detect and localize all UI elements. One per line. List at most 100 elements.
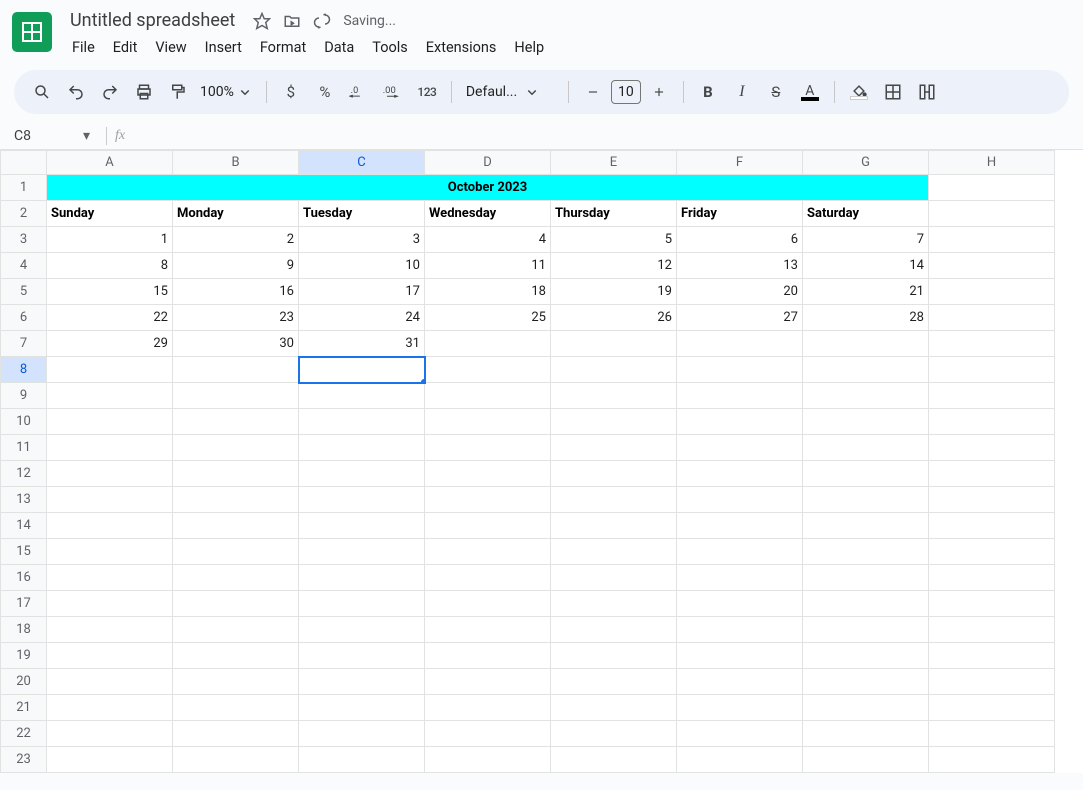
column-header-G[interactable]: G (803, 151, 929, 175)
sheets-logo-icon[interactable] (12, 12, 52, 52)
cell-E12[interactable] (551, 461, 677, 487)
cell-C17[interactable] (299, 591, 425, 617)
cell-H7[interactable] (929, 331, 1055, 357)
cell-H5[interactable] (929, 279, 1055, 305)
cell-D12[interactable] (425, 461, 551, 487)
cell-D5[interactable]: 18 (425, 279, 551, 305)
cell-A10[interactable] (47, 409, 173, 435)
cell-G12[interactable] (803, 461, 929, 487)
cell-C23[interactable] (299, 747, 425, 773)
percent-button[interactable]: % (309, 76, 341, 108)
cell-A11[interactable] (47, 435, 173, 461)
cell-D18[interactable] (425, 617, 551, 643)
cell-A18[interactable] (47, 617, 173, 643)
row-header-6[interactable]: 6 (1, 305, 47, 331)
row-header-5[interactable]: 5 (1, 279, 47, 305)
cell-G15[interactable] (803, 539, 929, 565)
decrease-decimal-icon[interactable]: .0 (343, 76, 375, 108)
cell-H16[interactable] (929, 565, 1055, 591)
cell-E19[interactable] (551, 643, 677, 669)
cell-E22[interactable] (551, 721, 677, 747)
cell-C22[interactable] (299, 721, 425, 747)
cell-D4[interactable]: 11 (425, 253, 551, 279)
cell-E2[interactable]: Thursday (551, 201, 677, 227)
cell-F3[interactable]: 6 (677, 227, 803, 253)
cell-C19[interactable] (299, 643, 425, 669)
print-icon[interactable] (128, 76, 160, 108)
cell-B17[interactable] (173, 591, 299, 617)
cell-D10[interactable] (425, 409, 551, 435)
menu-help[interactable]: Help (506, 35, 552, 60)
cell-E3[interactable]: 5 (551, 227, 677, 253)
cell-H19[interactable] (929, 643, 1055, 669)
row-header-22[interactable]: 22 (1, 721, 47, 747)
cell-A23[interactable] (47, 747, 173, 773)
star-icon[interactable] (253, 12, 271, 30)
cell-E7[interactable] (551, 331, 677, 357)
cell-F6[interactable]: 27 (677, 305, 803, 331)
cell-H12[interactable] (929, 461, 1055, 487)
cell-B16[interactable] (173, 565, 299, 591)
cell-F7[interactable] (677, 331, 803, 357)
cell-B15[interactable] (173, 539, 299, 565)
cell-A20[interactable] (47, 669, 173, 695)
cell-C5[interactable]: 17 (299, 279, 425, 305)
cloud-status-icon[interactable] (313, 12, 331, 30)
font-family-select[interactable]: Defaul... (460, 83, 560, 101)
formula-input[interactable] (125, 122, 1083, 149)
cell-C8[interactable] (299, 357, 425, 383)
cell-H3[interactable] (929, 227, 1055, 253)
row-header-10[interactable]: 10 (1, 409, 47, 435)
row-header-3[interactable]: 3 (1, 227, 47, 253)
cell-F20[interactable] (677, 669, 803, 695)
cell-B13[interactable] (173, 487, 299, 513)
fill-color-button[interactable] (843, 76, 875, 108)
cell-E9[interactable] (551, 383, 677, 409)
currency-button[interactable]: $ (275, 76, 307, 108)
cell-G13[interactable] (803, 487, 929, 513)
column-header-C[interactable]: C (299, 151, 425, 175)
cell-D15[interactable] (425, 539, 551, 565)
cell-H15[interactable] (929, 539, 1055, 565)
cell-F18[interactable] (677, 617, 803, 643)
cell-D6[interactable]: 25 (425, 305, 551, 331)
cell-C20[interactable] (299, 669, 425, 695)
cell-E6[interactable]: 26 (551, 305, 677, 331)
cell-A13[interactable] (47, 487, 173, 513)
cell-C14[interactable] (299, 513, 425, 539)
font-size-input[interactable]: 10 (611, 80, 641, 104)
text-color-button[interactable]: A (794, 76, 826, 108)
cell-D11[interactable] (425, 435, 551, 461)
column-header-H[interactable]: H (929, 151, 1055, 175)
cell-H17[interactable] (929, 591, 1055, 617)
row-header-13[interactable]: 13 (1, 487, 47, 513)
cell-F5[interactable]: 20 (677, 279, 803, 305)
cell-G8[interactable] (803, 357, 929, 383)
menu-extensions[interactable]: Extensions (418, 35, 505, 60)
cell-G23[interactable] (803, 747, 929, 773)
cell-F22[interactable] (677, 721, 803, 747)
cell-B21[interactable] (173, 695, 299, 721)
cell-D7[interactable] (425, 331, 551, 357)
cell-E5[interactable]: 19 (551, 279, 677, 305)
row-header-2[interactable]: 2 (1, 201, 47, 227)
cell-H2[interactable] (929, 201, 1055, 227)
cell-G20[interactable] (803, 669, 929, 695)
cell-G9[interactable] (803, 383, 929, 409)
bold-button[interactable]: B (692, 76, 724, 108)
italic-button[interactable]: I (726, 76, 758, 108)
cell-B12[interactable] (173, 461, 299, 487)
cell-A8[interactable] (47, 357, 173, 383)
cell-E8[interactable] (551, 357, 677, 383)
cell-F13[interactable] (677, 487, 803, 513)
row-header-19[interactable]: 19 (1, 643, 47, 669)
cell-D17[interactable] (425, 591, 551, 617)
cell-H23[interactable] (929, 747, 1055, 773)
cell-H20[interactable] (929, 669, 1055, 695)
select-all-corner[interactable] (1, 151, 47, 175)
cell-F19[interactable] (677, 643, 803, 669)
row-header-7[interactable]: 7 (1, 331, 47, 357)
cell-E11[interactable] (551, 435, 677, 461)
cell-H18[interactable] (929, 617, 1055, 643)
cell-D2[interactable]: Wednesday (425, 201, 551, 227)
